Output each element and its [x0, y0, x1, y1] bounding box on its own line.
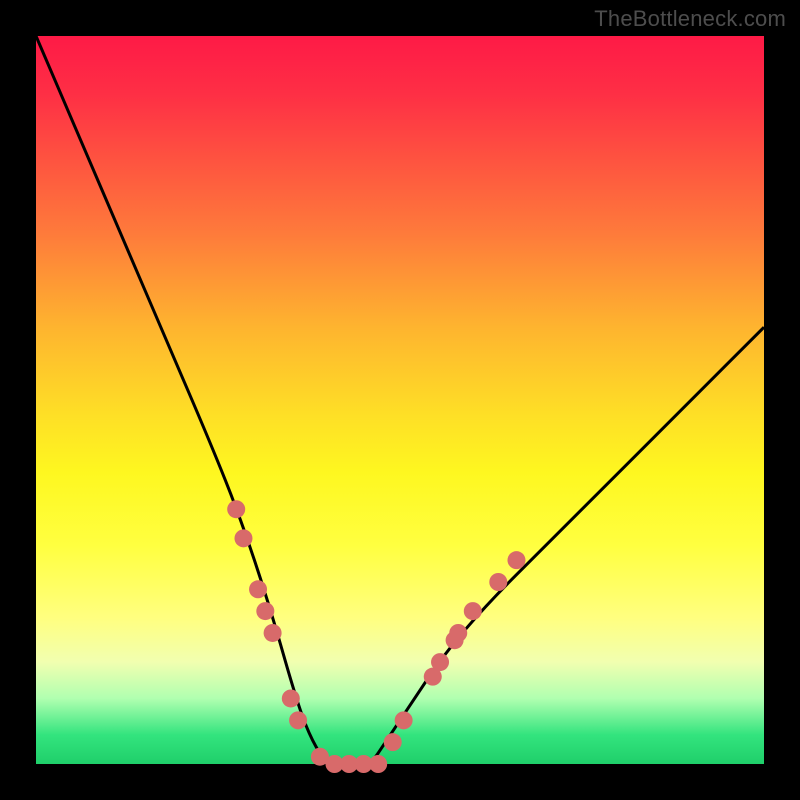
watermark-label: TheBottleneck.com [594, 6, 786, 32]
curve-marker-dot [249, 580, 267, 598]
curve-marker-dot [282, 689, 300, 707]
curve-marker-dot [369, 755, 387, 773]
curve-marker-dot [234, 529, 252, 547]
curve-marker-dot [395, 711, 413, 729]
bottleneck-curve-path [36, 36, 764, 764]
curve-marker-dot [264, 624, 282, 642]
curve-marker-dot [464, 602, 482, 620]
curve-marker-dot [489, 573, 507, 591]
bottleneck-curve-svg [36, 36, 764, 764]
curve-markers [227, 500, 525, 773]
plot-area [36, 36, 764, 764]
curve-marker-dot [449, 624, 467, 642]
curve-marker-dot [431, 653, 449, 671]
curve-marker-dot [289, 711, 307, 729]
curve-marker-dot [507, 551, 525, 569]
chart-stage: TheBottleneck.com [0, 0, 800, 800]
curve-marker-dot [256, 602, 274, 620]
curve-marker-dot [384, 733, 402, 751]
curve-marker-dot [227, 500, 245, 518]
